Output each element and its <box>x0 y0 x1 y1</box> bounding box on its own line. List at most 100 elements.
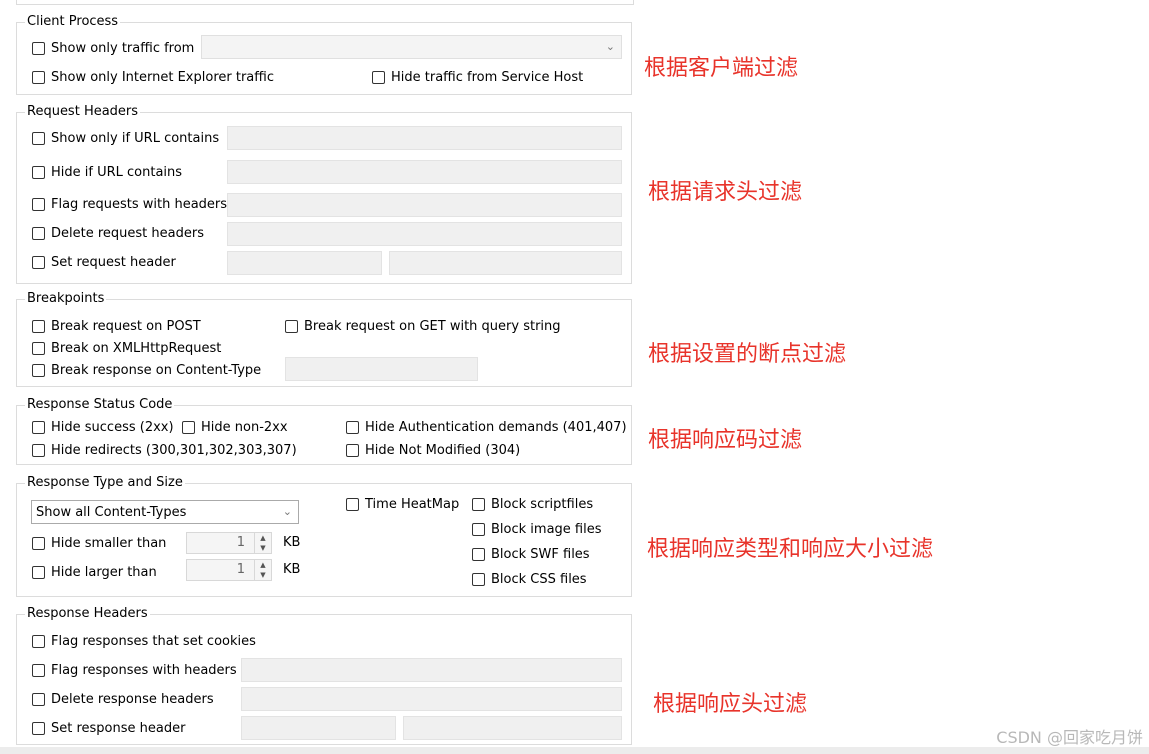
content-type-input[interactable] <box>285 357 478 381</box>
checkbox-box[interactable] <box>32 41 45 55</box>
bottom-bar <box>0 747 1149 754</box>
type-size-group: Response Type and Size Show all Content-… <box>16 475 632 597</box>
client-process-group: Client Process Show only traffic from ⌄ … <box>16 14 632 95</box>
type-size-legend: Response Type and Size <box>25 475 185 490</box>
annotation-response-headers: 根据响应头过滤 <box>653 692 808 717</box>
watermark: CSDN @回家吃月饼 <box>996 728 1143 747</box>
delete-response-headers-checkbox[interactable]: Delete response headers <box>32 690 214 708</box>
up-arrow-icon[interactable]: ▲ <box>260 534 265 542</box>
checkbox-box[interactable] <box>32 443 45 457</box>
down-arrow-icon[interactable]: ▼ <box>260 544 265 552</box>
block-swf-checkbox[interactable]: Block SWF files <box>472 545 590 563</box>
checkbox-box[interactable] <box>346 497 359 511</box>
checkbox-box[interactable] <box>32 363 45 377</box>
checkbox-box[interactable] <box>32 565 45 579</box>
block-css-checkbox[interactable]: Block CSS files <box>472 570 587 588</box>
block-script-checkbox[interactable]: Block scriptfiles <box>472 495 593 513</box>
breakpoints-group: Breakpoints Break request on POST Break … <box>16 291 632 387</box>
up-arrow-icon[interactable]: ▲ <box>260 561 265 569</box>
hide-non2xx-checkbox[interactable]: Hide non-2xx <box>182 418 288 436</box>
process-select[interactable]: ⌄ <box>201 35 622 59</box>
annotation-client: 根据客户端过滤 <box>644 56 799 81</box>
checkbox-box[interactable] <box>32 197 45 211</box>
annotation-breakpoints: 根据设置的断点过滤 <box>648 342 847 367</box>
chevron-down-icon: ⌄ <box>605 40 615 53</box>
hide-redirects-checkbox[interactable]: Hide redirects (300,301,302,303,307) <box>32 441 297 459</box>
checkbox-box[interactable] <box>32 663 45 677</box>
delete-request-headers-checkbox[interactable]: Delete request headers <box>32 224 204 242</box>
show-only-traffic-from-checkbox[interactable]: Show only traffic from <box>32 39 194 57</box>
break-content-type-checkbox[interactable]: Break response on Content-Type <box>32 361 261 379</box>
request-headers-legend: Request Headers <box>25 104 141 119</box>
set-response-header-value-input[interactable] <box>403 716 622 740</box>
stepper-arrows[interactable]: ▲ ▼ <box>254 533 271 553</box>
status-code-group: Response Status Code Hide success (2xx) … <box>16 397 632 465</box>
annotation-status-code: 根据响应码过滤 <box>648 428 803 453</box>
checkbox-box[interactable] <box>32 692 45 706</box>
checkbox-box[interactable] <box>32 319 45 333</box>
checkbox-box[interactable] <box>32 131 45 145</box>
chevron-down-icon: ⌄ <box>282 505 292 518</box>
checkbox-box[interactable] <box>32 226 45 240</box>
larger-than-stepper[interactable]: 1 ▲ ▼ <box>186 559 272 581</box>
flag-requests-input[interactable] <box>227 193 622 217</box>
larger-unit-label: KB <box>283 562 301 577</box>
checkbox-box[interactable] <box>346 443 359 457</box>
flag-cookies-checkbox[interactable]: Flag responses that set cookies <box>32 632 256 650</box>
checkbox-box[interactable] <box>32 634 45 648</box>
flag-responses-input[interactable] <box>241 658 622 682</box>
checkbox-box[interactable] <box>182 420 195 434</box>
hide-service-host-checkbox[interactable]: Hide traffic from Service Host <box>372 68 583 86</box>
flag-responses-checkbox[interactable]: Flag responses with headers <box>32 661 237 679</box>
set-request-header-name-input[interactable] <box>227 251 382 275</box>
checkbox-box[interactable] <box>472 572 485 586</box>
smaller-than-stepper[interactable]: 1 ▲ ▼ <box>186 532 272 554</box>
checkbox-box[interactable] <box>285 319 298 333</box>
set-response-header-name-input[interactable] <box>241 716 396 740</box>
time-heatmap-checkbox[interactable]: Time HeatMap <box>346 495 459 513</box>
checkbox-box[interactable] <box>32 255 45 269</box>
content-types-select[interactable]: Show all Content-Types ⌄ <box>31 500 299 524</box>
checkbox-box[interactable] <box>32 341 45 355</box>
hide-success-checkbox[interactable]: Hide success (2xx) <box>32 418 174 436</box>
block-image-checkbox[interactable]: Block image files <box>472 520 602 538</box>
show-only-url-input[interactable] <box>227 126 622 150</box>
flag-requests-checkbox[interactable]: Flag requests with headers <box>32 195 227 213</box>
checkbox-box[interactable] <box>472 547 485 561</box>
annotation-type-size: 根据响应类型和响应大小过滤 <box>647 537 934 562</box>
hide-url-checkbox[interactable]: Hide if URL contains <box>32 163 182 181</box>
annotation-request-headers: 根据请求头过滤 <box>648 180 803 205</box>
checkbox-box[interactable] <box>472 497 485 511</box>
delete-response-headers-input[interactable] <box>241 687 622 711</box>
client-process-legend: Client Process <box>25 14 121 29</box>
set-request-header-value-input[interactable] <box>389 251 622 275</box>
checkbox-box[interactable] <box>32 165 45 179</box>
status-code-legend: Response Status Code <box>25 397 175 412</box>
checkbox-box[interactable] <box>32 721 45 735</box>
set-response-header-checkbox[interactable]: Set response header <box>32 719 185 737</box>
set-request-header-checkbox[interactable]: Set request header <box>32 253 176 271</box>
checkbox-box[interactable] <box>472 522 485 536</box>
checkbox-box[interactable] <box>32 70 45 84</box>
hide-not-modified-checkbox[interactable]: Hide Not Modified (304) <box>346 441 520 459</box>
delete-request-headers-input[interactable] <box>227 222 622 246</box>
checkbox-box[interactable] <box>32 536 45 550</box>
break-post-checkbox[interactable]: Break request on POST <box>32 317 201 335</box>
response-headers-legend: Response Headers <box>25 606 150 621</box>
hide-url-input[interactable] <box>227 160 622 184</box>
checkbox-box[interactable] <box>372 70 385 84</box>
checkbox-box[interactable] <box>32 420 45 434</box>
down-arrow-icon[interactable]: ▼ <box>260 571 265 579</box>
break-get-checkbox[interactable]: Break request on GET with query string <box>285 317 561 335</box>
checkbox-box[interactable] <box>346 420 359 434</box>
show-only-ie-checkbox[interactable]: Show only Internet Explorer traffic <box>32 68 274 86</box>
hide-auth-checkbox[interactable]: Hide Authentication demands (401,407) <box>346 418 627 436</box>
show-only-url-checkbox[interactable]: Show only if URL contains <box>32 129 219 147</box>
break-xhr-checkbox[interactable]: Break on XMLHttpRequest <box>32 339 221 357</box>
stepper-arrows[interactable]: ▲ ▼ <box>254 560 271 580</box>
breakpoints-legend: Breakpoints <box>25 291 107 306</box>
top-group-edge <box>16 0 634 5</box>
hide-smaller-checkbox[interactable]: Hide smaller than <box>32 534 166 552</box>
response-headers-group: Response Headers Flag responses that set… <box>16 606 632 745</box>
hide-larger-checkbox[interactable]: Hide larger than <box>32 563 157 581</box>
